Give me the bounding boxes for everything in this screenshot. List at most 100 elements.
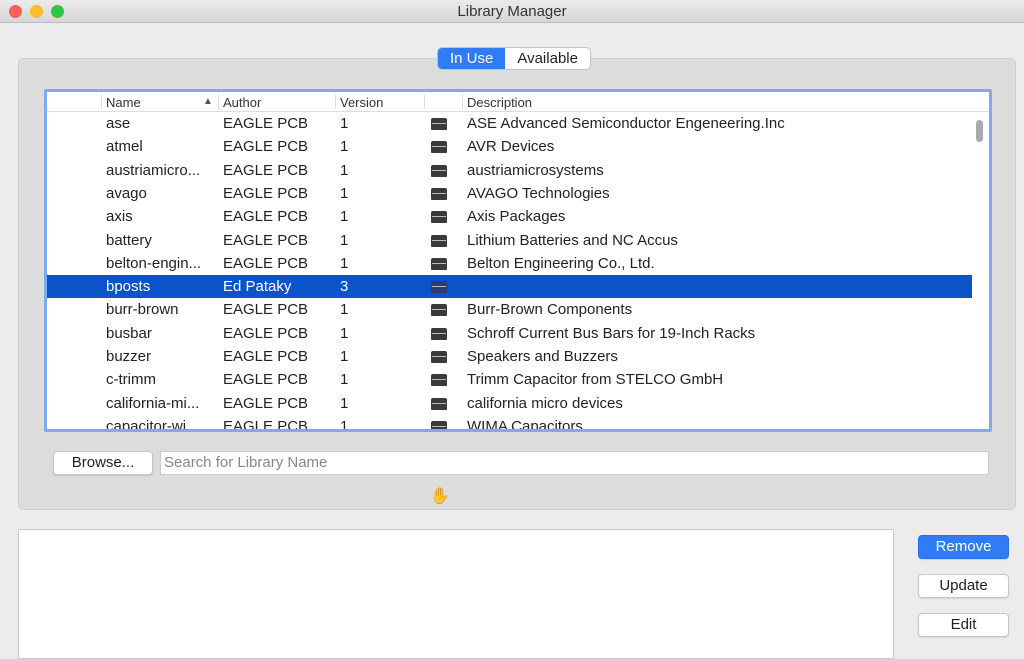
update-button[interactable]: Update [918, 574, 1009, 598]
row-name: battery [106, 231, 152, 249]
row-name: atmel [106, 138, 143, 156]
table-row[interactable]: belton-engin... EAGLE PCB 1 Belton Engin… [47, 252, 972, 275]
row-version: 1 [340, 115, 349, 132]
library-drawer-icon [431, 420, 447, 429]
table-row[interactable]: busbar EAGLE PCB 1 Schroff Current Bus B… [47, 322, 972, 345]
row-version: 1 [340, 254, 349, 272]
row-version: 1 [340, 348, 349, 365]
row-version: 1 [340, 161, 349, 179]
row-name: california-mi... [106, 394, 200, 412]
table-row[interactable]: burr-brown EAGLE PCB 1 Burr-Brown Compon… [47, 298, 972, 321]
remove-button[interactable]: Remove [918, 535, 1009, 559]
row-author: EAGLE PCB [223, 394, 309, 412]
search-input[interactable]: Search for Library Name [160, 451, 989, 475]
row-version: 1 [340, 208, 349, 226]
table-row[interactable]: battery EAGLE PCB 1 Lithium Batteries an… [47, 229, 972, 252]
row-description: california micro devices [467, 394, 623, 412]
row-author: EAGLE PCB [223, 115, 309, 132]
row-name: belton-engin... [106, 254, 202, 272]
tab-in-use[interactable]: In Use [438, 48, 506, 69]
tab-available[interactable]: Available [505, 48, 590, 69]
column-description[interactable]: Description [467, 95, 532, 110]
row-description: WIMA Capacitors [467, 417, 583, 432]
row-description: austriamicrosystems [467, 161, 604, 179]
library-drawer-icon [431, 164, 447, 177]
row-description: Burr-Brown Components [467, 301, 633, 319]
library-drawer-icon [431, 141, 447, 154]
row-version: 1 [340, 324, 349, 342]
row-author: EAGLE PCB [223, 348, 309, 365]
column-name[interactable]: Name [106, 95, 141, 110]
zoom-button[interactable] [51, 5, 64, 18]
title-bar: Library Manager [0, 0, 1024, 23]
row-description: AVAGO Technologies [467, 184, 610, 202]
row-name: c-trimm [106, 371, 156, 389]
table-row[interactable]: avago EAGLE PCB 1 AVAGO Technologies [47, 182, 972, 205]
row-version: 1 [340, 417, 349, 432]
library-drawer-icon [431, 187, 447, 200]
row-author: EAGLE PCB [223, 371, 309, 389]
row-description: Trimm Capacitor from STELCO GmbH [467, 371, 724, 389]
row-description: Schroff Current Bus Bars for 19-Inch Rac… [467, 324, 756, 342]
sort-ascending-icon: ▲ [203, 96, 213, 107]
table-row[interactable]: ase EAGLE PCB 1 ASE Advanced Semiconduct… [47, 112, 972, 135]
library-drawer-icon [431, 234, 447, 247]
table-row[interactable]: c-trimm EAGLE PCB 1 Trimm Capacitor from… [47, 368, 972, 391]
row-name: ase [106, 115, 131, 132]
row-author: EAGLE PCB [223, 231, 309, 249]
table-row[interactable]: austriamicro... EAGLE PCB 1 austriamicro… [47, 159, 972, 182]
row-name: austriamicro... [106, 161, 201, 179]
column-version[interactable]: Version [340, 95, 383, 110]
row-author: EAGLE PCB [223, 208, 309, 226]
table-row[interactable]: buzzer EAGLE PCB 1 Speakers and Buzzers [47, 345, 972, 368]
row-author: Ed Pataky [223, 278, 292, 296]
row-version: 1 [340, 371, 349, 389]
hand-cursor-icon: ✋ [430, 488, 450, 505]
library-table: Name ▲ Author Version Description ase EA… [44, 89, 992, 432]
table-row[interactable]: atmel EAGLE PCB 1 AVR Devices [47, 135, 972, 158]
row-version: 1 [340, 301, 349, 319]
row-name: burr-brown [106, 301, 179, 319]
edit-button[interactable]: Edit [918, 613, 1009, 637]
row-version: 1 [340, 138, 349, 156]
library-drawer-icon [431, 397, 447, 410]
close-button[interactable] [9, 5, 22, 18]
browse-button[interactable]: Browse... [53, 451, 153, 475]
row-name: axis [106, 208, 133, 226]
row-description: AVR Devices [467, 138, 555, 156]
row-version: 1 [340, 231, 349, 249]
row-description: Lithium Batteries and NC Accus [467, 231, 678, 249]
table-header: Name ▲ Author Version Description [47, 92, 989, 112]
table-row[interactable]: bposts Ed Pataky 3 [47, 275, 972, 299]
row-name: busbar [106, 324, 152, 342]
library-drawer-icon [431, 351, 447, 363]
row-author: EAGLE PCB [223, 184, 309, 202]
row-author: EAGLE PCB [223, 161, 309, 179]
row-author: EAGLE PCB [223, 301, 309, 319]
row-author: EAGLE PCB [223, 138, 309, 156]
library-drawer-icon [431, 281, 447, 294]
row-version: 1 [340, 394, 349, 412]
row-description: Belton Engineering Co., Ltd. [467, 254, 655, 272]
table-row[interactable]: axis EAGLE PCB 1 Axis Packages [47, 205, 972, 228]
column-author[interactable]: Author [223, 95, 261, 110]
row-author: EAGLE PCB [223, 324, 309, 342]
scrollbar[interactable] [976, 120, 983, 142]
library-drawer-icon [431, 211, 447, 224]
row-name: avago [106, 184, 147, 202]
table-row[interactable]: california-mi... EAGLE PCB 1 california … [47, 392, 972, 415]
row-author: EAGLE PCB [223, 254, 309, 272]
window-title: Library Manager [457, 3, 567, 20]
search-placeholder: Search for Library Name [164, 454, 328, 471]
row-author: EAGLE PCB [223, 417, 309, 432]
library-drawer-icon [431, 327, 447, 340]
library-drawer-icon [431, 374, 447, 387]
library-info-panel [18, 529, 894, 659]
table-row[interactable]: capacitor-wi... EAGLE PCB 1 WIMA Capacit… [47, 415, 972, 432]
minimize-button[interactable] [30, 5, 43, 18]
row-name: bposts [106, 278, 151, 296]
row-description: Speakers and Buzzers [467, 348, 618, 365]
row-version: 1 [340, 184, 349, 202]
row-name: buzzer [106, 348, 152, 365]
row-name: capacitor-wi... [106, 417, 199, 432]
